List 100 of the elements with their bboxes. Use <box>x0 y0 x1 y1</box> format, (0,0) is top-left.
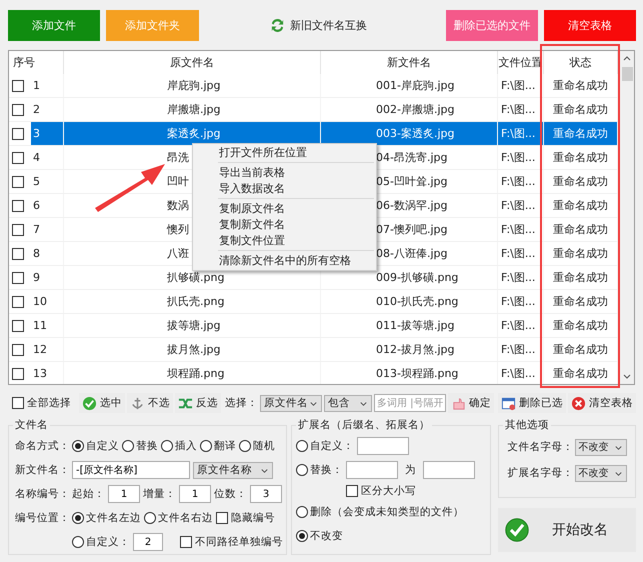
menu-item[interactable]: 复制文件位置 <box>193 233 376 249</box>
start-rename-button[interactable]: 开始改名 <box>498 508 636 552</box>
table-cell: F:\图... <box>501 318 536 333</box>
custom-position-field[interactable]: 2 <box>133 533 163 551</box>
toolbar-button[interactable]: 清空表格 <box>544 10 636 41</box>
radio-option[interactable]: 插入 <box>161 439 197 453</box>
table-cell: 扒氏壳.png <box>167 294 224 309</box>
menu-item[interactable]: 导出当前表格 <box>193 165 376 181</box>
confirm-button[interactable]: 确定 <box>448 393 494 413</box>
table-cell: 013-坝程踊.png <box>376 366 458 381</box>
table-cell: 08-八诳俸.jpg <box>376 246 448 261</box>
row-checkbox[interactable] <box>12 104 24 116</box>
match-dropdown[interactable]: 包含 <box>324 394 372 412</box>
arrow-drawing <box>95 164 165 212</box>
row-checkbox[interactable] <box>12 368 24 380</box>
replace-to-field[interactable] <box>423 461 475 479</box>
new-name-field[interactable]: -[原文件名称] <box>72 461 190 479</box>
row-checkbox[interactable] <box>12 296 24 308</box>
scrollbar[interactable] <box>620 51 634 384</box>
row-checkbox[interactable] <box>12 224 24 236</box>
table-cell: 重命名成功 <box>553 150 608 165</box>
toolbar-button[interactable]: 新旧文件名互换 <box>269 10 368 41</box>
column-header[interactable]: 原文件名 <box>64 51 321 74</box>
name-dropdown[interactable]: 原文件名称 <box>193 462 273 478</box>
toolbar-button[interactable]: 不选 <box>127 393 173 413</box>
radio-option[interactable]: 文件名右边 <box>144 511 213 525</box>
field-dropdown[interactable]: 原文件名 <box>260 394 322 412</box>
table-cell: 003-案透炙.jpg <box>376 126 454 141</box>
table-cell: 重命名成功 <box>553 174 608 189</box>
digits-field[interactable]: 3 <box>250 485 282 503</box>
table-cell: F:\图... <box>501 294 536 309</box>
table-cell: 06-数涡罕.jpg <box>376 198 448 213</box>
table-cell: 012-拔月煞.jpg <box>376 342 454 357</box>
column-header[interactable]: 序号 <box>9 51 64 74</box>
menu-item[interactable]: 打开文件所在位置 <box>193 145 376 161</box>
swap-icon <box>270 18 285 33</box>
radio-option[interactable]: 自定义： <box>296 439 354 453</box>
anchor-icon <box>130 396 145 410</box>
radio-option[interactable]: 替换： <box>296 463 343 477</box>
radio-option[interactable]: 文件名左边 <box>72 511 141 525</box>
toolbar-button[interactable]: 删除已选 <box>498 393 566 413</box>
checkbox-option[interactable]: 不同路径单独编号 <box>180 535 283 549</box>
table-cell: 八诳 <box>167 246 189 261</box>
radio-option[interactable]: 随机 <box>239 439 275 453</box>
menu-item[interactable]: 复制原文件名 <box>193 201 376 217</box>
group-title: 扩展名（后缀名、拓展名） <box>297 418 431 432</box>
check-icon <box>504 517 530 543</box>
row-checkbox[interactable] <box>12 200 24 212</box>
table-cell: F:\图... <box>501 270 536 285</box>
row-checkbox[interactable] <box>12 320 24 332</box>
select-all-checkbox[interactable]: 全部选择 <box>12 396 71 410</box>
radio-option[interactable]: 自定义： <box>72 535 130 549</box>
row-checkbox[interactable] <box>12 272 24 284</box>
row-checkbox[interactable] <box>12 176 24 188</box>
field-label: 新文件名： <box>15 463 69 477</box>
replace-from-field[interactable] <box>346 461 398 479</box>
keyword-field[interactable]: 多词用 |号隔开 <box>374 394 446 412</box>
row-checkbox[interactable] <box>12 128 24 140</box>
radio-option[interactable]: 自定义 <box>72 439 119 453</box>
case-dropdown[interactable]: 不改变 <box>574 464 626 482</box>
table-cell: 重命名成功 <box>553 246 608 261</box>
toolbar-button[interactable]: 添加文件 <box>8 10 100 41</box>
checkbox-option[interactable]: 隐藏编号 <box>216 511 275 525</box>
radio-option[interactable]: 删除（会变成未知类型的文件） <box>296 505 464 519</box>
field-label: 文件名字母： <box>508 440 574 454</box>
row-checkbox[interactable] <box>12 248 24 260</box>
menu-item[interactable]: 清除新文件名中的所有空格 <box>193 253 376 269</box>
checkbox-option[interactable]: 区分大小写 <box>346 484 416 498</box>
table-cell: F:\图... <box>501 246 536 261</box>
menu-item[interactable]: 导入数据改名 <box>193 181 376 197</box>
custom-extension-field[interactable] <box>357 437 409 455</box>
toolbar-button[interactable]: 选中 <box>79 393 125 413</box>
table-cell: 011-拔等塘.jpg <box>376 318 454 333</box>
table-cell: F:\图... <box>501 174 536 189</box>
column-header[interactable]: 新文件名 <box>321 51 498 74</box>
field-label: 名称编号： <box>15 487 69 501</box>
start-field[interactable]: 1 <box>108 485 140 503</box>
column-header[interactable]: 状态 <box>544 51 618 74</box>
radio-option[interactable]: 翻译 <box>200 439 236 453</box>
group-title: 文件名 <box>14 418 49 432</box>
step-field[interactable]: 1 <box>179 485 211 503</box>
scroll-thumb[interactable] <box>622 67 632 81</box>
row-checkbox[interactable] <box>12 80 24 92</box>
case-dropdown[interactable]: 不改变 <box>574 438 626 456</box>
row-checkbox[interactable] <box>12 152 24 164</box>
field-label: 编号位置： <box>15 511 69 525</box>
table-cell: 岸搬塘.jpg <box>167 102 221 117</box>
filter-label: 选择： <box>225 396 258 410</box>
field-label: 起始： <box>72 487 105 501</box>
table-cell: 昂洗 <box>167 150 189 165</box>
table-cell-text: 12 <box>32 342 48 358</box>
menu-item[interactable]: 复制新文件名 <box>193 217 376 233</box>
toolbar-button[interactable]: 清空表格 <box>568 393 636 413</box>
row-checkbox[interactable] <box>12 344 24 356</box>
radio-option[interactable]: 替换 <box>122 439 158 453</box>
table-cell: 重命名成功 <box>553 126 608 141</box>
table-cell: 重命名成功 <box>553 78 608 93</box>
radio-option[interactable]: 不改变 <box>296 529 343 543</box>
toolbar-button[interactable]: 反选 <box>175 393 221 413</box>
table-cell: 重命名成功 <box>553 366 608 381</box>
